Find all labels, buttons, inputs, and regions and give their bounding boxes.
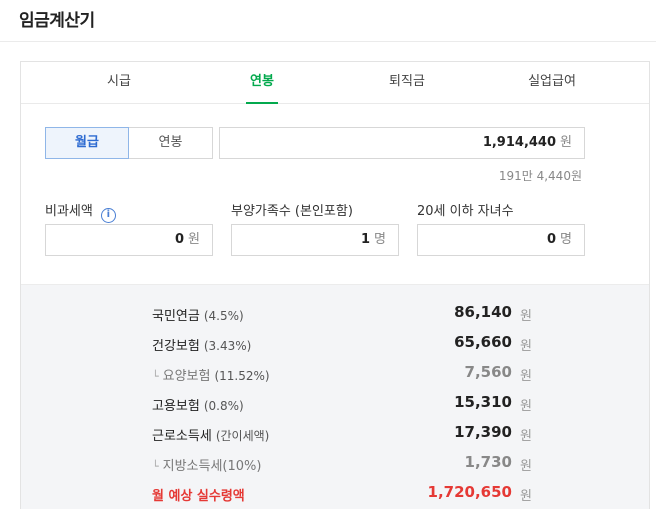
tab-bar: 시급 연봉 퇴직금 실업급여 — [21, 62, 649, 104]
nontax-label-text: 비과세액 — [45, 204, 93, 219]
result-name: 근로소득세 — [152, 429, 212, 444]
result-label: 근로소득세 (간이세액) — [152, 425, 269, 444]
salary-amount-hint: 191만 4,440원 — [498, 169, 582, 183]
result-row-employment: 고용보험 (0.8%) 15,310 원 — [152, 391, 532, 417]
net-pay-unit: 원 — [520, 489, 532, 504]
active-tab-indicator — [246, 102, 278, 104]
nontax-value: 0 — [174, 232, 185, 247]
tab-unemployment[interactable]: 실업급여 — [507, 62, 597, 104]
pay-type-monthly-button[interactable]: 월급 — [45, 127, 129, 159]
result-row-local-tax: └ 지방소득세(10%) 1,730 원 — [152, 451, 532, 477]
result-rate: (간이세액) — [215, 429, 270, 443]
result-name: 국민연금 — [152, 309, 200, 324]
tab-annual-label: 연봉 — [250, 74, 274, 89]
salary-amount-input[interactable]: 1,914,440 원 — [219, 127, 585, 159]
dependents-input[interactable]: 1명 — [231, 224, 399, 256]
salary-amount-unit: 원 — [560, 135, 572, 150]
result-label: └ 요양보험 (11.52%) — [152, 365, 270, 384]
page-title: 임금계산기 — [19, 11, 95, 31]
calculator-card: 시급 연봉 퇴직금 실업급여 월급 연봉 1,914,440 원 191만 4,4… — [20, 61, 650, 509]
result-rate: (3.43%) — [203, 339, 252, 353]
children-unit: 명 — [560, 232, 572, 247]
children-input[interactable]: 0명 — [417, 224, 585, 256]
title-divider — [0, 41, 656, 42]
result-value: 7,560 — [464, 363, 512, 381]
result-row-net-pay: 월 예상 실수령액 1,720,650 원 — [152, 481, 532, 507]
result-value: 1,730 — [464, 453, 512, 471]
result-value: 65,660 — [454, 333, 512, 351]
result-label: 고용보험 (0.8%) — [152, 395, 244, 414]
result-value: 17,390 — [454, 423, 512, 441]
result-label: 국민연금 (4.5%) — [152, 305, 244, 324]
pay-type-annual-button[interactable]: 연봉 — [129, 127, 213, 159]
result-name: 요양보험 — [162, 369, 211, 384]
result-row-pension: 국민연금 (4.5%) 86,140 원 — [152, 301, 532, 327]
result-value: 15,310 — [454, 393, 512, 411]
tab-hourly[interactable]: 시급 — [74, 62, 164, 104]
result-name: 고용보험 — [152, 399, 200, 414]
result-label: 건강보험 (3.43%) — [152, 335, 251, 354]
children-label: 20세 이하 자녀수 — [417, 204, 514, 219]
result-name: 지방소득세(10%) — [162, 459, 262, 474]
net-pay-value: 1,720,650 — [427, 483, 512, 501]
result-name: 건강보험 — [152, 339, 200, 354]
result-panel: 국민연금 (4.5%) 86,140 원 건강보험 (3.43%) 65,660 원… — [21, 284, 649, 509]
result-unit: 원 — [520, 459, 532, 474]
nontax-unit: 원 — [188, 232, 200, 247]
info-icon[interactable]: i — [100, 208, 116, 223]
result-unit: 원 — [520, 309, 532, 324]
result-rate: (4.5%) — [203, 309, 244, 323]
result-rate: (11.52%) — [214, 369, 270, 383]
result-unit: 원 — [520, 429, 532, 444]
tab-severance[interactable]: 퇴직금 — [362, 62, 452, 104]
nontax-label: 비과세액 i — [45, 200, 116, 223]
result-unit: 원 — [520, 369, 532, 384]
result-rate: (0.8%) — [203, 399, 244, 413]
result-value: 86,140 — [454, 303, 512, 321]
result-unit: 원 — [520, 399, 532, 414]
dependents-label: 부양가족수 (본인포함) — [231, 204, 353, 219]
pay-type-toggle: 월급 연봉 — [45, 127, 213, 159]
sub-item-arrow: └ — [152, 370, 159, 383]
result-row-health: 건강보험 (3.43%) 65,660 원 — [152, 331, 532, 357]
result-row-care: └ 요양보험 (11.52%) 7,560 원 — [152, 361, 532, 387]
sub-item-arrow: └ — [152, 460, 159, 473]
result-row-income-tax: 근로소득세 (간이세액) 17,390 원 — [152, 421, 532, 447]
result-unit: 원 — [520, 339, 532, 354]
result-label: └ 지방소득세(10%) — [152, 455, 261, 474]
tab-annual[interactable]: 연봉 — [217, 62, 307, 104]
salary-amount-value: 1,914,440 — [482, 135, 557, 150]
dependents-value: 1 — [360, 232, 371, 247]
nontax-input[interactable]: 0원 — [45, 224, 213, 256]
children-value: 0 — [546, 232, 557, 247]
net-pay-label: 월 예상 실수령액 — [152, 489, 245, 504]
dependents-unit: 명 — [374, 232, 386, 247]
